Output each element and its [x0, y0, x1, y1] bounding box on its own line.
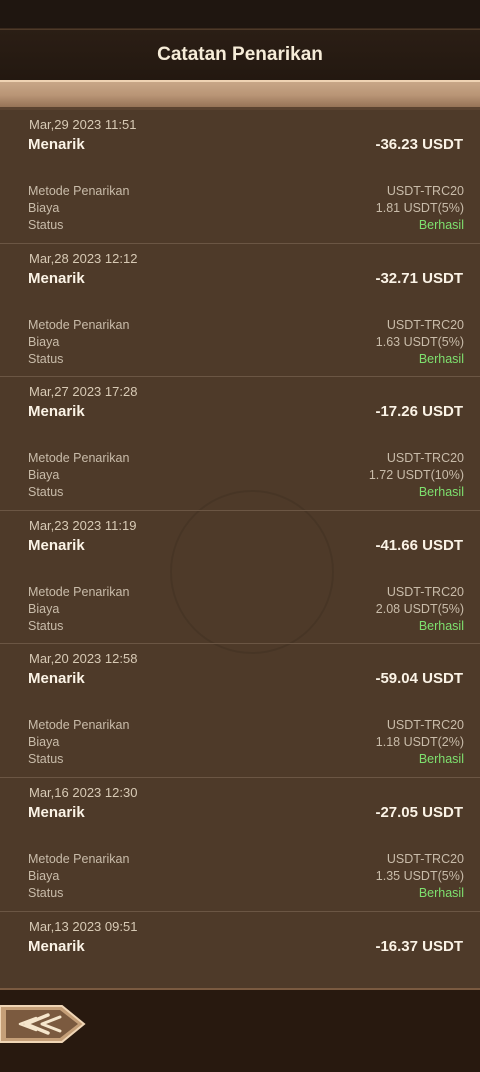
fee-label: Biaya	[28, 334, 60, 349]
method-value: USDT-TRC20	[386, 584, 464, 599]
status-row: Status Berhasil	[28, 752, 464, 769]
status-value: Berhasil	[418, 885, 464, 900]
withdrawal-record: Mar,28 2023 12:12 Menarik -32.71 USDT Me…	[0, 244, 480, 378]
method-value: USDT-TRC20	[386, 451, 464, 466]
record-amount: -59.04 USDT	[375, 670, 463, 688]
record-date: Mar,20 2023 12:58	[29, 651, 138, 667]
fee-label: Biaya	[28, 201, 60, 215]
withdrawal-record: Mar,23 2023 11:19 Menarik -41.66 USDT Me…	[0, 511, 480, 645]
top-bar	[0, 0, 480, 29]
record-type: Menarik	[28, 937, 85, 955]
record-amount: -27.05 USDT	[375, 803, 463, 821]
record-date: Mar,13 2023 09:51	[29, 918, 138, 934]
record-date: Mar,29 2023 11:51	[29, 117, 137, 132]
method-label: Metode Penarikan	[28, 317, 130, 332]
method-row: Metode Penarikan USDT-TRC20	[28, 585, 464, 602]
fee-row: Biaya 1.81 USDT(5%)	[28, 201, 464, 218]
status-row: Status Berhasil	[28, 485, 464, 502]
fee-label: Biaya	[28, 468, 60, 483]
back-button[interactable]	[0, 1002, 86, 1046]
page-title: Catatan Penarikan	[157, 44, 323, 65]
record-amount: -17.26 USDT	[375, 403, 463, 421]
method-value: USDT-TRC20	[386, 184, 464, 198]
withdrawal-record: Mar,29 2023 11:51 Menarik -36.23 USDT Me…	[0, 110, 480, 244]
status-label: Status	[28, 218, 64, 232]
fee-value: 2.08 USDT(5%)	[375, 601, 464, 616]
method-row: Metode Penarikan USDT-TRC20	[28, 184, 464, 201]
fee-value: 1.81 USDT(5%)	[375, 201, 464, 215]
fee-value: 1.35 USDT(5%)	[375, 868, 464, 883]
withdrawal-record: Mar,27 2023 17:28 Menarik -17.26 USDT Me…	[0, 377, 480, 511]
record-date: Mar,23 2023 11:19	[29, 517, 137, 533]
record-amount: -16.37 USDT	[375, 937, 463, 955]
method-label: Metode Penarikan	[28, 584, 130, 599]
fee-row: Biaya 1.35 USDT(5%)	[28, 869, 464, 886]
method-label: Metode Penarikan	[28, 718, 130, 733]
fee-row: Biaya 2.08 USDT(5%)	[28, 602, 464, 619]
header-trim	[0, 80, 480, 110]
record-date: Mar,28 2023 12:12	[29, 250, 138, 266]
method-row: Metode Penarikan USDT-TRC20	[28, 451, 464, 468]
record-type: Menarik	[28, 403, 85, 421]
fee-label: Biaya	[28, 735, 60, 750]
method-label: Metode Penarikan	[28, 451, 130, 466]
status-label: Status	[28, 752, 64, 767]
withdrawal-record: Mar,16 2023 12:30 Menarik -27.05 USDT Me…	[0, 778, 480, 912]
record-type: Menarik	[28, 670, 85, 688]
status-value: Berhasil	[418, 218, 464, 232]
record-amount: -36.23 USDT	[375, 136, 463, 153]
status-value: Berhasil	[418, 618, 464, 633]
fee-row: Biaya 1.63 USDT(5%)	[28, 335, 464, 352]
record-type: Menarik	[28, 803, 85, 821]
status-row: Status Berhasil	[28, 218, 464, 235]
fee-value: 1.63 USDT(5%)	[375, 334, 464, 349]
method-row: Metode Penarikan USDT-TRC20	[28, 852, 464, 869]
withdrawal-list[interactable]: Mar,29 2023 11:51 Menarik -36.23 USDT Me…	[0, 110, 480, 988]
method-row: Metode Penarikan USDT-TRC20	[28, 318, 464, 335]
page-header: Catatan Penarikan	[0, 30, 480, 80]
status-label: Status	[28, 485, 64, 500]
record-type: Menarik	[28, 136, 85, 153]
status-label: Status	[28, 351, 64, 366]
fee-row: Biaya 1.18 USDT(2%)	[28, 735, 464, 752]
record-amount: -32.71 USDT	[375, 269, 463, 287]
status-label: Status	[28, 885, 64, 900]
method-label: Metode Penarikan	[28, 184, 130, 198]
record-date: Mar,16 2023 12:30	[29, 784, 138, 800]
back-arrow-icon	[0, 1005, 86, 1043]
status-row: Status Berhasil	[28, 886, 464, 903]
method-value: USDT-TRC20	[386, 851, 464, 866]
status-row: Status Berhasil	[28, 619, 464, 636]
fee-value: 1.72 USDT(10%)	[368, 468, 464, 483]
fee-value: 1.18 USDT(2%)	[375, 735, 464, 750]
status-value: Berhasil	[418, 752, 464, 767]
status-row: Status Berhasil	[28, 352, 464, 369]
record-date: Mar,27 2023 17:28	[29, 384, 138, 400]
method-row: Metode Penarikan USDT-TRC20	[28, 718, 464, 735]
method-label: Metode Penarikan	[28, 851, 130, 866]
fee-row: Biaya 1.72 USDT(10%)	[28, 468, 464, 485]
withdrawal-record: Mar,20 2023 12:58 Menarik -59.04 USDT Me…	[0, 644, 480, 778]
method-value: USDT-TRC20	[386, 317, 464, 332]
record-type: Menarik	[28, 269, 85, 287]
status-value: Berhasil	[418, 351, 464, 366]
withdrawal-record: Mar,13 2023 09:51 Menarik -16.37 USDT	[0, 912, 480, 988]
record-type: Menarik	[28, 536, 85, 554]
method-value: USDT-TRC20	[386, 718, 464, 733]
status-value: Berhasil	[418, 485, 464, 500]
fee-label: Biaya	[28, 601, 60, 616]
fee-label: Biaya	[28, 868, 60, 883]
status-label: Status	[28, 618, 64, 633]
record-amount: -41.66 USDT	[375, 536, 463, 554]
